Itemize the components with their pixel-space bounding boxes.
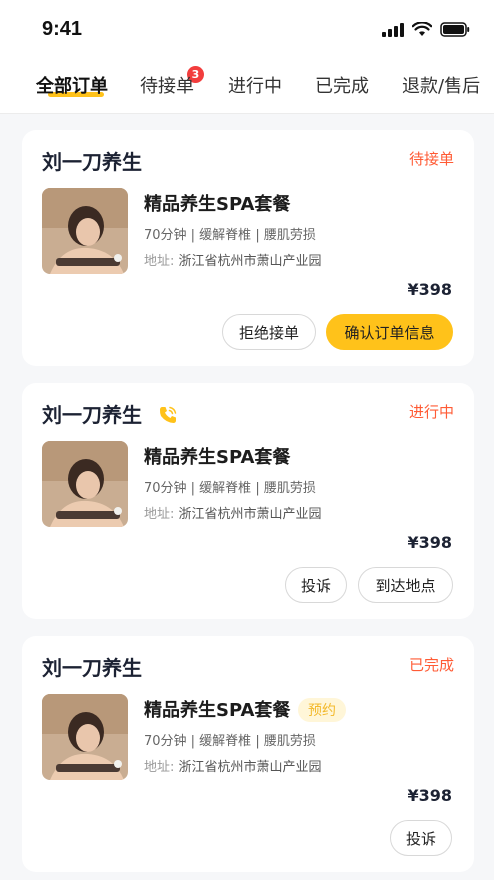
status-time: 9:41 [42, 18, 83, 40]
service-tags: 70分钟 | 缓解脊椎 | 腰肌劳损 [144, 734, 316, 749]
service-tags: 70分钟 | 缓解脊椎 | 腰肌劳损 [144, 481, 316, 496]
order-status: 已完成 [408, 656, 454, 674]
status-bar: 9:41 [0, 0, 494, 60]
service-thumbnail [42, 188, 128, 274]
battery-icon [440, 22, 470, 37]
tab-label: 已完成 [315, 76, 369, 97]
reservation-tag: 预约 [298, 698, 346, 722]
complaint-button[interactable]: 投诉 [390, 820, 452, 856]
complaint-button[interactable]: 投诉 [285, 567, 347, 603]
tab-all-orders[interactable]: 全部订单 [36, 72, 108, 98]
service-title: 精品养生SPA套餐 [144, 194, 291, 215]
order-card[interactable]: 刘一刀养生 待接单 精品养生SPA套餐 70分钟 | 缓解脊椎 | 腰肌劳损 地… [22, 130, 474, 366]
reject-order-button[interactable]: 拒绝接单 [222, 314, 316, 350]
service-thumbnail [42, 441, 128, 527]
address-label: 地址: [144, 254, 175, 269]
tab-label: 进行中 [228, 76, 282, 97]
tab-completed[interactable]: 已完成 [315, 72, 369, 98]
phone-icon[interactable] [158, 405, 178, 429]
order-tabs: 全部订单 待接单 3 进行中 已完成 退款/售后 [0, 60, 494, 114]
address-value: 浙江省杭州市萧山产业园 [178, 507, 322, 522]
tab-label: 全部订单 [36, 76, 108, 97]
tab-label: 退款/售后 [402, 76, 481, 97]
arrive-location-button[interactable]: 到达地点 [358, 567, 453, 603]
order-price: ¥398 [407, 533, 452, 552]
order-status: 进行中 [408, 403, 454, 421]
order-card[interactable]: 刘一刀养生 进行中 精品养生SPA套餐 70分钟 | 缓解脊椎 | 腰肌劳损 地… [22, 383, 474, 619]
service-title: 精品养生SPA套餐 [144, 447, 291, 468]
shop-name: 刘一刀养生 [42, 150, 142, 174]
service-title: 精品养生SPA套餐 [144, 700, 291, 721]
tab-refund[interactable]: 退款/售后 [402, 72, 480, 98]
service-address: 地址: 浙江省杭州市萧山产业园 [144, 503, 322, 522]
status-icons [382, 22, 470, 37]
confirm-order-button[interactable]: 确认订单信息 [326, 314, 453, 350]
wifi-icon [412, 22, 432, 37]
tab-label: 待接单 [140, 76, 194, 97]
service-tags: 70分钟 | 缓解脊椎 | 腰肌劳损 [144, 228, 316, 243]
shop-name: 刘一刀养生 [42, 656, 142, 680]
address-label: 地址: [144, 507, 175, 522]
order-price: ¥398 [407, 786, 452, 805]
tab-in-progress[interactable]: 进行中 [228, 72, 282, 98]
service-address: 地址: 浙江省杭州市萧山产业园 [144, 756, 322, 775]
order-status: 待接单 [408, 150, 454, 168]
address-value: 浙江省杭州市萧山产业园 [178, 760, 322, 775]
signal-icon [382, 22, 404, 37]
address-label: 地址: [144, 760, 175, 775]
tab-pending[interactable]: 待接单 3 [140, 66, 204, 98]
address-value: 浙江省杭州市萧山产业园 [178, 254, 322, 269]
service-address: 地址: 浙江省杭州市萧山产业园 [144, 250, 322, 269]
service-thumbnail [42, 694, 128, 780]
order-price: ¥398 [407, 280, 452, 299]
order-card[interactable]: 刘一刀养生 已完成 精品养生SPA套餐 预约 70分钟 | 缓解脊椎 | 腰肌劳… [22, 636, 474, 872]
shop-name: 刘一刀养生 [42, 403, 142, 427]
